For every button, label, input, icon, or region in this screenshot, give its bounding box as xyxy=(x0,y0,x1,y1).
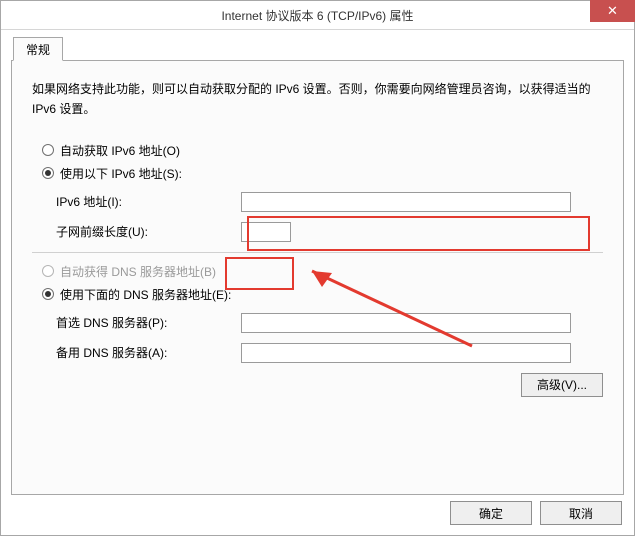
tab-panel-general: 如果网络支持此功能，则可以自动获取分配的 IPv6 设置。否则，你需要向网络管理… xyxy=(11,60,624,495)
row-ipv6-address: IPv6 地址(I): xyxy=(56,192,603,212)
row-dns-primary: 首选 DNS 服务器(P): xyxy=(56,313,603,333)
radio-manual-dns[interactable]: 使用下面的 DNS 服务器地址(E): xyxy=(42,286,603,303)
properties-window: Internet 协议版本 6 (TCP/IPv6) 属性 ✕ 常规 如果网络支… xyxy=(0,0,635,536)
radio-auto-dns: 自动获得 DNS 服务器地址(B) xyxy=(42,263,603,280)
radio-manual-ip-label: 使用以下 IPv6 地址(S): xyxy=(60,165,182,182)
radio-manual-dns-dot[interactable] xyxy=(42,288,54,300)
divider xyxy=(32,252,603,253)
titlebar: Internet 协议版本 6 (TCP/IPv6) 属性 ✕ xyxy=(1,1,634,30)
row-dns-alternate: 备用 DNS 服务器(A): xyxy=(56,343,603,363)
dialog-buttons: 确定 取消 xyxy=(11,495,624,525)
radio-manual-ip-dot[interactable] xyxy=(42,167,54,179)
client-area: 常规 如果网络支持此功能，则可以自动获取分配的 IPv6 设置。否则，你需要向网… xyxy=(1,30,634,535)
radio-auto-dns-dot xyxy=(42,265,54,277)
input-dns-primary[interactable] xyxy=(241,313,571,333)
label-prefix-length: 子网前缀长度(U): xyxy=(56,223,241,240)
row-prefix-length: 子网前缀长度(U): xyxy=(56,222,603,242)
radio-auto-ip-label: 自动获取 IPv6 地址(O) xyxy=(60,142,180,159)
cancel-button[interactable]: 取消 xyxy=(540,501,622,525)
tab-host: 常规 如果网络支持此功能，则可以自动获取分配的 IPv6 设置。否则，你需要向网… xyxy=(11,38,624,495)
label-ipv6-address: IPv6 地址(I): xyxy=(56,193,241,210)
input-ipv6-address[interactable] xyxy=(241,192,571,212)
label-dns-alternate: 备用 DNS 服务器(A): xyxy=(56,344,241,361)
advanced-button[interactable]: 高级(V)... xyxy=(521,373,603,397)
intro-text: 如果网络支持此功能，则可以自动获取分配的 IPv6 设置。否则，你需要向网络管理… xyxy=(32,79,603,120)
label-dns-primary: 首选 DNS 服务器(P): xyxy=(56,314,241,331)
tab-general[interactable]: 常规 xyxy=(13,37,63,61)
radio-auto-ip-dot[interactable] xyxy=(42,144,54,156)
radio-manual-dns-label: 使用下面的 DNS 服务器地址(E): xyxy=(60,286,231,303)
tab-strip: 常规 xyxy=(11,38,624,60)
input-prefix-length[interactable] xyxy=(241,222,291,242)
radio-manual-ip[interactable]: 使用以下 IPv6 地址(S): xyxy=(42,165,603,182)
radio-auto-dns-label: 自动获得 DNS 服务器地址(B) xyxy=(60,263,216,280)
radio-auto-ip[interactable]: 自动获取 IPv6 地址(O) xyxy=(42,142,603,159)
window-title: Internet 协议版本 6 (TCP/IPv6) 属性 xyxy=(221,7,413,24)
input-dns-alternate[interactable] xyxy=(241,343,571,363)
close-icon: ✕ xyxy=(607,3,618,19)
close-button[interactable]: ✕ xyxy=(590,0,635,22)
ok-button[interactable]: 确定 xyxy=(450,501,532,525)
advanced-row: 高级(V)... xyxy=(32,373,603,397)
